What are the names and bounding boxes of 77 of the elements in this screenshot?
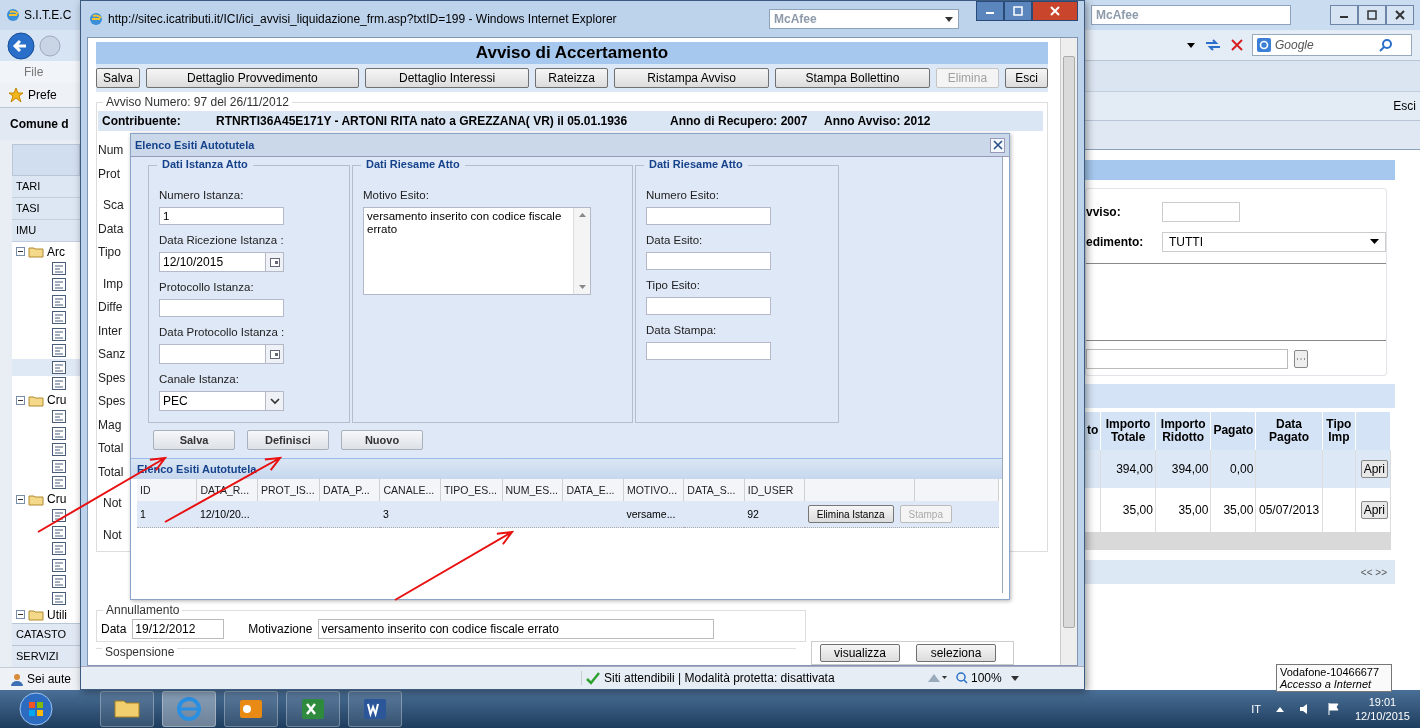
table-cell: 12/10/20...: [196, 501, 258, 528]
field-label: Tipo Esito:: [646, 279, 701, 293]
fieldset-legend: Dati Riesame Atto: [644, 158, 748, 170]
column-header: Importo Totale: [1100, 412, 1156, 450]
field-label: Contribuente:: [101, 114, 182, 128]
field-label: Data Ricezione Istanza :: [159, 234, 285, 248]
fieldset-legend: Sca: [103, 194, 124, 218]
column-header: MOTIVO...: [623, 479, 684, 501]
column-header: Pagato: [1210, 412, 1256, 450]
column-header: CANALE...: [380, 479, 441, 501]
field-label: vviso:: [1086, 205, 1122, 219]
table-cell: 3: [380, 501, 441, 528]
field-label: Mag: [98, 416, 122, 434]
fieldset-legend: Annullamento: [103, 603, 183, 617]
column-header: ID_USER: [744, 479, 805, 501]
field-label: edimento:: [1086, 235, 1145, 249]
tooltip-subtitle: Accesso a Internet: [1280, 678, 1373, 690]
field-label: Tipo: [98, 244, 121, 261]
table-cell: 35,00: [1210, 488, 1256, 532]
field-label: Data: [101, 622, 127, 636]
fieldset-legend: Imp: [103, 272, 123, 296]
status-text: Siti attendibili | Modalità protetta: disattivata: [604, 671, 835, 685]
field-value: RTNRTI36A45E171Y - ARTONI RITA nato a GREZZANA( VR) il 05.01.1936: [215, 114, 629, 128]
field-label: Data Esito:: [646, 234, 704, 248]
table-cell: 394,00: [1100, 450, 1156, 488]
table-cell: 1: [137, 501, 197, 528]
app-header: Comune d: [0, 107, 80, 140]
column-header: to: [1085, 412, 1101, 450]
column-header: Data Pagato: [1255, 412, 1323, 450]
table-cell: 35,00: [1100, 488, 1156, 532]
field-label: Spes: [98, 369, 126, 387]
fieldset-legend: Not: [103, 492, 122, 516]
field-label: Data: [98, 220, 124, 238]
field-label: Data Protocollo Istanza :: [159, 326, 286, 340]
table-cell: 394,00: [1155, 450, 1211, 488]
fieldset-legend: Dati Riesame Atto: [361, 158, 465, 170]
window-title: http://sitec.icatributi.it/ICI/ici_avvisi_liquidazione_frm.asp?txtID=199 - Windows Internet Explorer: [108, 12, 617, 26]
field-label: Diffe: [98, 299, 123, 316]
fieldset-legend: Not: [103, 523, 122, 547]
field-label: Spes: [98, 393, 126, 410]
field-label: Sanz: [98, 346, 126, 363]
field-label: Data Stampa:: [646, 324, 718, 338]
tooltip-title: Vodafone-10466677: [1280, 666, 1381, 678]
field-label: Motivo Esito:: [363, 189, 430, 203]
field-label: Numero Esito:: [646, 189, 720, 203]
table-cell: versame...: [623, 501, 684, 528]
status-text: Sei aute: [27, 672, 72, 687]
field-label: Numero Istanza:: [159, 189, 245, 203]
fieldset-legend: Avviso Numero: 97 del 26/11/2012: [103, 95, 292, 109]
column-header: TIPO_ES...: [440, 479, 502, 501]
column-header: DATA_E...: [562, 479, 624, 501]
window-title: S.I.T.E.C: [24, 7, 72, 22]
table-cell: 0,00: [1210, 450, 1256, 488]
table-cell: 35,00: [1155, 488, 1211, 532]
field-label: Inter: [98, 322, 122, 340]
column-header: PROT_IS...: [257, 479, 320, 501]
field-label: Total: [98, 463, 124, 481]
field-value: Anno Avviso: 2012: [823, 114, 931, 128]
column-header: DATA_P...: [319, 479, 380, 501]
field-label: Num: [98, 142, 124, 159]
fieldset-legend: Sospensione: [102, 645, 178, 659]
column-header: Tipo Imp: [1322, 412, 1356, 450]
table-cell: 05/07/2013: [1255, 488, 1323, 532]
column-header: Importo Ridotto: [1155, 412, 1211, 450]
field-label: Protocollo Istanza:: [159, 281, 255, 295]
fieldset-legend: Dati Istanza Atto: [157, 158, 253, 170]
field-label: Motivazione: [248, 622, 313, 636]
field-value: Anno di Recupero: 2007: [669, 114, 809, 128]
column-header: ID: [137, 479, 197, 501]
field-label: Canale Istanza:: [159, 373, 240, 387]
page-title: Avviso di Accertamento: [96, 42, 1048, 64]
table-cell: 92: [744, 501, 805, 528]
dialog-title: Elenco Esiti Autotutela: [135, 139, 255, 151]
field-label: Prot: [98, 165, 120, 183]
column-header: NUM_ES...: [502, 479, 563, 501]
field-label: Total: [98, 440, 124, 457]
column-header: DATA_S...: [683, 479, 745, 501]
